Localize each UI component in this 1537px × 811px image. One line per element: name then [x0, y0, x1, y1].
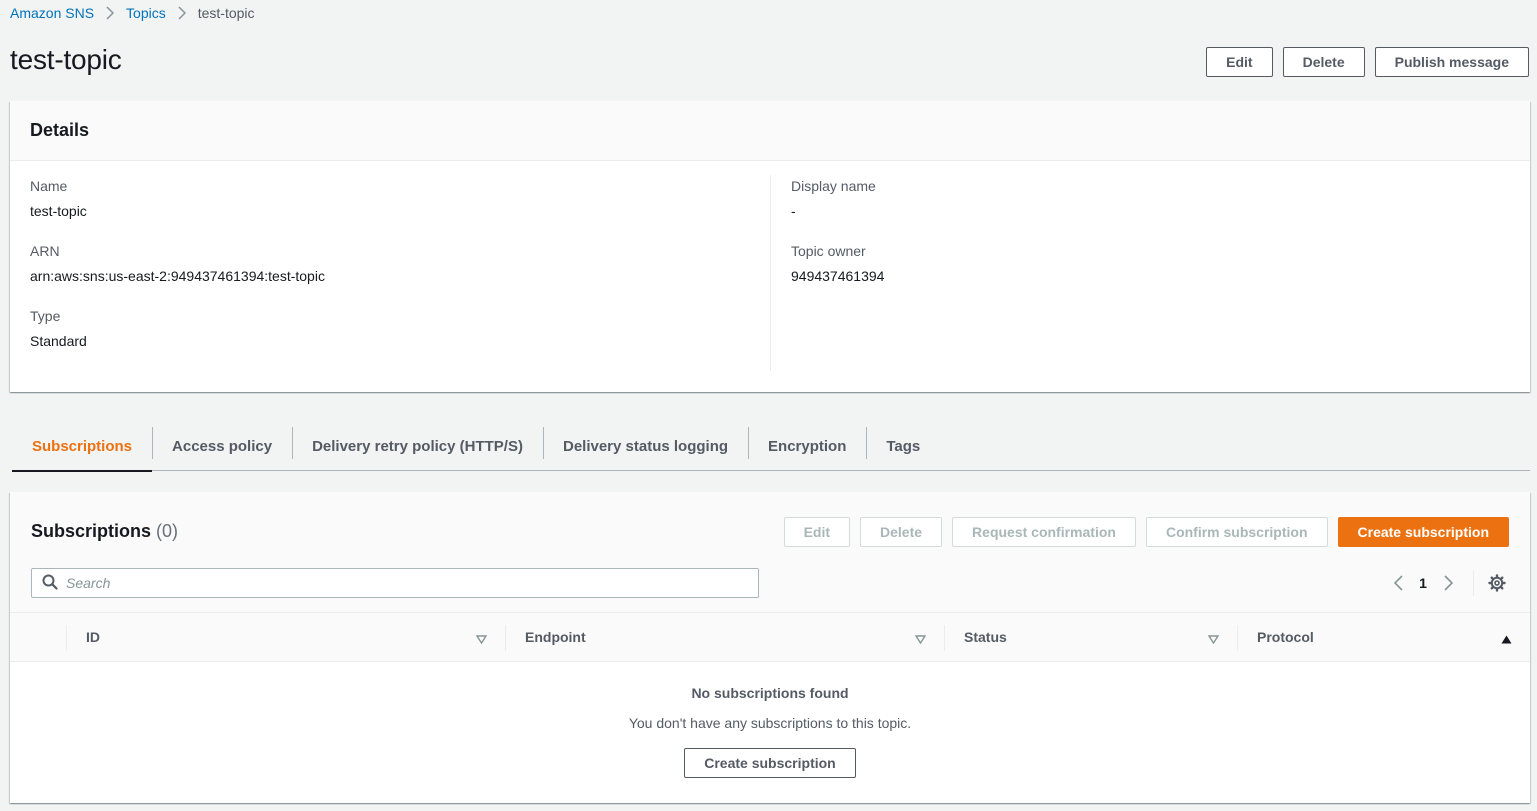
edit-topic-button[interactable]: Edit — [1206, 47, 1273, 77]
breadcrumb: Amazon SNS Topics test-topic — [10, 4, 255, 22]
detail-value: Standard — [30, 333, 87, 349]
column-divider — [770, 175, 771, 371]
confirm-subscription-button[interactable]: Confirm subscription — [1145, 517, 1328, 547]
subscriptions-table-header: ID Endpoint Status Protocol — [10, 613, 1530, 662]
detail-value: - — [791, 203, 796, 219]
delete-subscription-button[interactable]: Delete — [860, 517, 943, 547]
detail-value: test-topic — [30, 203, 87, 219]
create-subscription-button[interactable]: Create subscription — [1337, 517, 1509, 547]
column-header-label: Endpoint — [525, 629, 586, 645]
request-confirmation-button[interactable]: Request confirmation — [952, 517, 1136, 547]
current-page-number[interactable]: 1 — [1413, 575, 1433, 591]
breadcrumb-link-amazon-sns[interactable]: Amazon SNS — [10, 5, 94, 21]
detail-arn: ARN arn:aws:sns:us-east-2:949437461394:t… — [30, 241, 770, 306]
subscriptions-title-text: Subscriptions — [31, 521, 152, 541]
chevron-left-icon — [1393, 575, 1403, 591]
search-box — [31, 568, 759, 598]
details-header: Details — [10, 101, 1530, 161]
subscriptions-panel: Subscriptions (0) Edit Delete Request co… — [10, 492, 1530, 803]
column-header-protocol[interactable]: Protocol — [1237, 613, 1530, 661]
sort-down-icon — [475, 631, 488, 647]
header-actions: Edit Delete Publish message — [1206, 47, 1529, 77]
pagination: 1 — [1383, 570, 1510, 596]
next-page-button[interactable] — [1433, 570, 1463, 596]
detail-label: Display name — [791, 178, 876, 194]
column-header-label: Status — [964, 629, 1007, 645]
tab-delivery-status-logging[interactable]: Delivery status logging — [542, 421, 748, 471]
empty-create-subscription-button[interactable]: Create subscription — [684, 748, 856, 778]
delete-topic-button[interactable]: Delete — [1282, 47, 1365, 77]
details-body: Name test-topic ARN arn:aws:sns:us-east-… — [10, 161, 1530, 391]
detail-name: Name test-topic — [30, 176, 770, 241]
subscriptions-count: (0) — [156, 521, 179, 541]
tab-access-policy[interactable]: Access policy — [152, 421, 292, 471]
tab-subscriptions[interactable]: Subscriptions — [12, 421, 153, 472]
sort-down-icon — [914, 631, 927, 647]
sort-up-icon — [1501, 631, 1512, 647]
subscriptions-header: Subscriptions (0) Edit Delete Request co… — [10, 492, 1530, 613]
detail-display-name: Display name - — [791, 176, 1491, 241]
column-header-status[interactable]: Status — [944, 613, 1237, 661]
pagination-divider — [1473, 570, 1474, 596]
column-header-endpoint[interactable]: Endpoint — [505, 613, 944, 661]
gear-icon — [1488, 574, 1506, 592]
detail-label: Type — [30, 308, 61, 324]
detail-label: ARN — [30, 243, 60, 259]
details-title: Details — [30, 120, 90, 140]
breadcrumb-link-topics[interactable]: Topics — [126, 5, 166, 21]
subscriptions-title: Subscriptions (0) — [31, 521, 178, 542]
empty-state-message: You don't have any subscriptions to this… — [628, 715, 912, 731]
sort-down-icon — [1207, 631, 1220, 647]
topic-tabs: Subscriptions Access policy Delivery ret… — [12, 421, 1530, 472]
edit-subscription-button[interactable]: Edit — [783, 517, 851, 547]
empty-state-title: No subscriptions found — [691, 685, 849, 701]
detail-label: Name — [30, 178, 68, 194]
publish-message-button[interactable]: Publish message — [1374, 47, 1529, 77]
previous-page-button[interactable] — [1383, 570, 1413, 596]
detail-type: Type Standard — [30, 306, 770, 371]
column-header-id[interactable]: ID — [66, 613, 505, 661]
search-icon — [42, 574, 58, 593]
chevron-right-icon — [178, 6, 186, 20]
tab-tags[interactable]: Tags — [866, 421, 940, 471]
details-left-column: Name test-topic ARN arn:aws:sns:us-east-… — [30, 176, 770, 371]
subscriptions-actions: Edit Delete Request confirmation Confirm… — [783, 517, 1509, 547]
search-input[interactable] — [58, 575, 758, 591]
breadcrumb-current: test-topic — [197, 5, 255, 21]
empty-state: No subscriptions found You don't have an… — [10, 663, 1530, 778]
detail-value: 949437461394 — [791, 268, 885, 284]
tab-encryption[interactable]: Encryption — [748, 421, 866, 471]
chevron-right-icon — [1443, 575, 1453, 591]
details-panel: Details Name test-topic ARN arn:aws:sns:… — [10, 101, 1530, 392]
page-title: test-topic — [10, 44, 122, 75]
chevron-right-icon — [106, 6, 115, 20]
tab-delivery-retry-policy[interactable]: Delivery retry policy (HTTP/S) — [292, 421, 543, 471]
column-header-label: ID — [86, 629, 100, 645]
table-preferences-button[interactable] — [1484, 570, 1510, 596]
detail-value: arn:aws:sns:us-east-2:949437461394:test-… — [30, 268, 325, 284]
detail-topic-owner: Topic owner 949437461394 — [791, 241, 1491, 306]
detail-label: Topic owner — [791, 243, 866, 259]
details-right-column: Display name - Topic owner 949437461394 — [791, 176, 1491, 306]
column-header-label: Protocol — [1257, 629, 1314, 645]
